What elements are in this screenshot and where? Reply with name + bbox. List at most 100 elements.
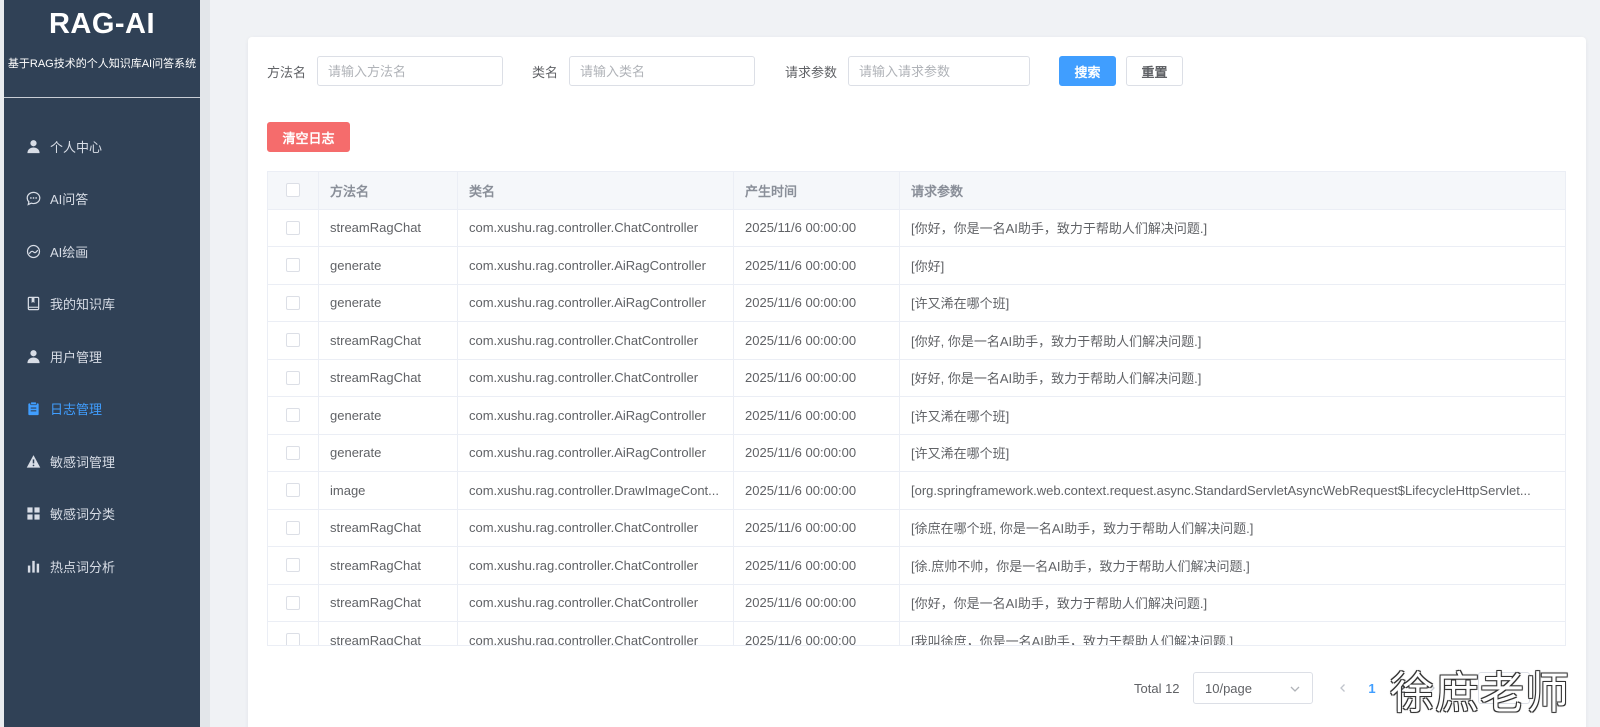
sidebar-item-profile[interactable]: 个人中心 (4, 120, 200, 173)
cell-class: com.xushu.rag.controller.ChatController (458, 209, 734, 246)
row-checkbox[interactable] (286, 258, 300, 273)
cell-params: [许又浠在哪个班] (911, 446, 1010, 462)
table-row[interactable]: streamRagChat com.xushu.rag.controller.Ch… (268, 584, 1565, 622)
table-row[interactable]: streamRagChat com.xushu.rag.controller.Ch… (268, 547, 1565, 585)
table-row[interactable]: streamRagChat com.xushu.rag.controller.Ch… (268, 359, 1565, 397)
clipboard-icon (26, 401, 41, 416)
app-subtitle: 基于RAG技术的个人知识库AI问答系统 (7, 58, 197, 70)
cell-time: 2025/11/6 00:00:00 (734, 472, 900, 509)
sidebar-item-label: 个人中心 (50, 139, 103, 155)
table-row[interactable]: generate com.xushu.rag.controller.AiRagCo… (268, 397, 1565, 435)
search-button[interactable]: 搜索 (1059, 56, 1117, 86)
row-checkbox-cell (268, 322, 319, 359)
params-label: 请求参数 (785, 64, 838, 80)
cell-method: streamRagChat (319, 622, 458, 645)
cell-time: 2025/11/6 00:00:00 (734, 584, 900, 621)
select-all-checkbox[interactable] (286, 183, 300, 198)
cell-params: [你好, 你是一名AI助手，致力于帮助人们解决问题.] (911, 333, 1202, 349)
class-input[interactable] (569, 56, 756, 86)
cell-method: generate (319, 247, 458, 284)
row-checkbox[interactable] (286, 333, 300, 348)
book-icon (26, 296, 41, 311)
table-row[interactable]: generate com.xushu.rag.controller.AiRagCo… (268, 247, 1565, 285)
sidebar-item-sensitive-categories[interactable]: 敏感词分类 (4, 488, 200, 541)
search-form: 方法名 类名 请求参数 搜索 重置 (267, 56, 1184, 86)
cell-time: 2025/11/6 00:00:00 (734, 622, 900, 645)
table-row[interactable]: image com.xushu.rag.controller.DrawImageC… (268, 472, 1565, 510)
row-checkbox-cell (268, 359, 319, 396)
pagination: Total 12 10/page 1 2 (248, 672, 1586, 704)
cell-method: generate (319, 284, 458, 321)
sidebar-item-label: AI问答 (50, 192, 89, 208)
reset-button[interactable]: 重置 (1126, 56, 1184, 86)
method-label: 方法名 (267, 64, 307, 80)
cell-time: 2025/11/6 00:00:00 (734, 547, 900, 584)
cell-class: com.xushu.rag.controller.DrawImageCont..… (458, 472, 734, 509)
sidebar-item-sensitive-words[interactable]: 敏感词管理 (4, 435, 200, 488)
sidebar-item-knowledge-base[interactable]: 我的知识库 (4, 278, 200, 331)
method-input[interactable] (317, 56, 504, 86)
cell-time: 2025/11/6 00:00:00 (734, 284, 900, 321)
log-table: 方法名 类名 产生时间 请求参数 streamRagChat com.xushu.… (267, 171, 1566, 646)
row-checkbox-cell (268, 247, 319, 284)
header-params[interactable]: 请求参数 (900, 172, 1565, 209)
table-row[interactable]: streamRagChat com.xushu.rag.controller.Ch… (268, 509, 1565, 547)
page-size-select[interactable]: 10/page (1193, 672, 1313, 704)
table-row[interactable]: generate com.xushu.rag.controller.AiRagCo… (268, 434, 1565, 472)
sidebar-item-log-management[interactable]: 日志管理 (4, 383, 200, 436)
sidebar-item-label: 敏感词管理 (50, 454, 116, 470)
sidebar-item-hot-words[interactable]: 热点词分析 (4, 540, 200, 593)
cell-params: [你好] (911, 258, 945, 274)
row-checkbox[interactable] (286, 558, 300, 573)
row-checkbox[interactable] (286, 595, 300, 610)
header-method[interactable]: 方法名 (319, 172, 458, 209)
row-checkbox[interactable] (286, 295, 300, 310)
header-class[interactable]: 类名 (458, 172, 734, 209)
cell-params: [徐.庶帅不帅，你是一名AI助手，致力于帮助人们解决问题.] (911, 558, 1250, 574)
sidebar-item-ai-chat[interactable]: AI问答 (4, 173, 200, 226)
header-time[interactable]: 产生时间 (734, 172, 900, 209)
sidebar-menu: 个人中心 AI问答 AI绘画 我的知识库 用户管理 日志管理 敏感词管理 敏感词… (4, 120, 200, 593)
cell-params: [你好，你是一名AI助手，致力于帮助人们解决问题.] (911, 596, 1208, 612)
cell-method: streamRagChat (319, 509, 458, 546)
sidebar-item-user-management[interactable]: 用户管理 (4, 330, 200, 383)
row-checkbox[interactable] (286, 220, 300, 235)
log-panel: 方法名 类名 请求参数 搜索 重置 清空日志 方法名 类名 产生时间 请求参数 … (248, 37, 1586, 727)
sidebar-item-label: 敏感词分类 (50, 507, 116, 523)
grid-icon (26, 506, 41, 521)
row-checkbox[interactable] (286, 483, 300, 498)
row-checkbox[interactable] (286, 445, 300, 460)
row-checkbox[interactable] (286, 370, 300, 385)
sidebar-item-label: 用户管理 (50, 349, 103, 365)
class-label: 类名 (532, 64, 559, 80)
cell-time: 2025/11/6 00:00:00 (734, 397, 900, 434)
bar-chart-icon (26, 559, 41, 574)
row-checkbox-cell (268, 622, 319, 645)
table-row[interactable]: streamRagChat com.xushu.rag.controller.Ch… (268, 322, 1565, 360)
row-checkbox-cell (268, 472, 319, 509)
sidebar-item-label: 我的知识库 (50, 297, 116, 313)
prev-page-button[interactable] (1333, 672, 1353, 704)
sidebar-item-ai-paint[interactable]: AI绘画 (4, 225, 200, 278)
clear-logs-button[interactable]: 清空日志 (267, 122, 350, 152)
cell-params: [许又浠在哪个班] (911, 296, 1010, 312)
app-title: RAG-AI (48, 8, 156, 40)
params-input[interactable] (848, 56, 1031, 86)
chat-icon (26, 191, 41, 206)
cell-class: com.xushu.rag.controller.ChatController (458, 622, 734, 645)
row-checkbox[interactable] (286, 633, 300, 645)
page-size-value: 10/page (1205, 680, 1252, 696)
cell-method: generate (319, 397, 458, 434)
row-checkbox[interactable] (286, 408, 300, 423)
cell-time: 2025/11/6 00:00:00 (734, 434, 900, 471)
cell-method: streamRagChat (319, 322, 458, 359)
row-checkbox[interactable] (286, 520, 300, 535)
table-row[interactable]: generate com.xushu.rag.controller.AiRagCo… (268, 284, 1565, 322)
page-1-button[interactable]: 1 (1360, 672, 1384, 704)
chevron-left-icon (1340, 684, 1345, 692)
cell-time: 2025/11/6 00:00:00 (734, 509, 900, 546)
cell-method: generate (319, 434, 458, 471)
table-row[interactable]: streamRagChat com.xushu.rag.controller.Ch… (268, 209, 1565, 247)
table-row[interactable]: streamRagChat com.xushu.rag.controller.Ch… (268, 622, 1565, 645)
row-checkbox-cell (268, 584, 319, 621)
